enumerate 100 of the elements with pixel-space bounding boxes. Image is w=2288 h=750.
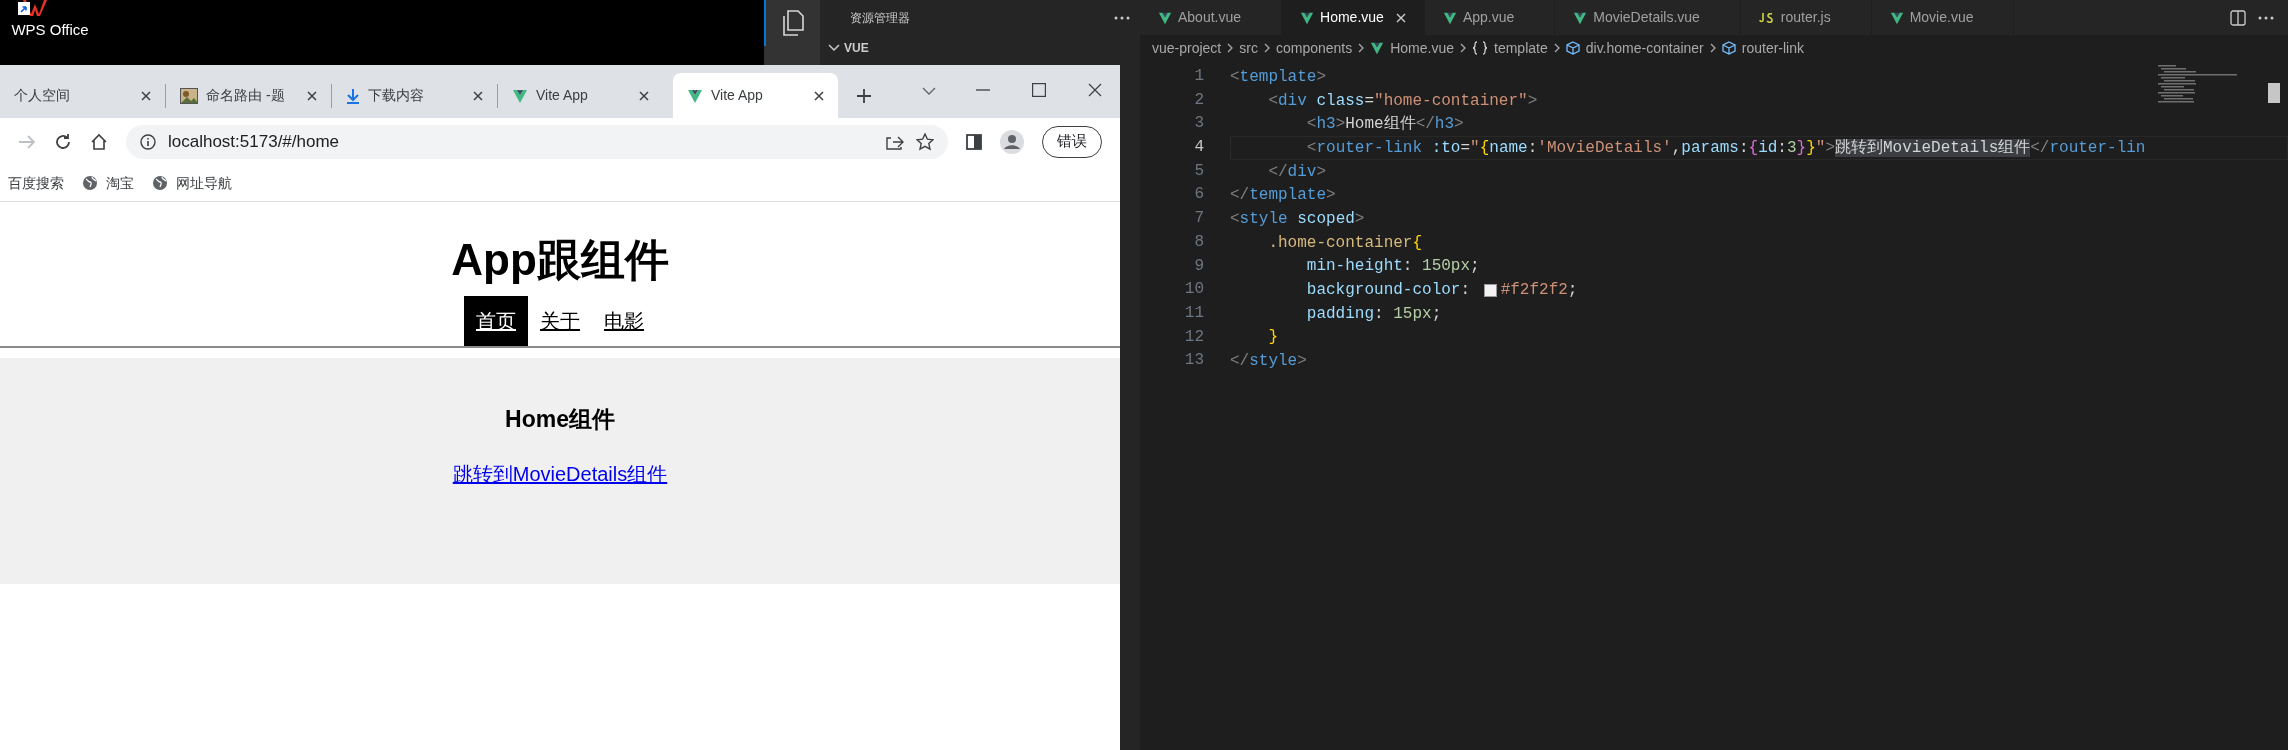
more-icon	[1114, 15, 1130, 20]
star-icon	[916, 132, 934, 151]
reload-icon	[54, 132, 72, 151]
editor-tab[interactable]: Home.vue	[1282, 0, 1425, 35]
bookmark-item[interactable]: 百度搜索	[8, 172, 64, 194]
browser-tab[interactable]: 下载内容	[332, 73, 497, 118]
vue-logo-icon	[1300, 10, 1315, 25]
breadcrumb-item[interactable]: router-link	[1741, 37, 1804, 59]
router-link[interactable]: 跳转到MovieDetails组件	[452, 458, 668, 489]
code-text: }	[1267, 327, 1278, 349]
globe-icon	[152, 175, 168, 191]
vue-logo-icon	[1573, 10, 1588, 25]
info-icon	[140, 133, 156, 150]
code-text: </div>	[1267, 161, 1327, 183]
browser-tab[interactable]: Vite App	[498, 73, 663, 118]
close-icon	[473, 90, 483, 101]
forward-icon	[18, 133, 36, 150]
code-text: </style>	[1230, 351, 1307, 373]
close-icon	[814, 90, 824, 101]
code-text: </template>	[1230, 185, 1336, 207]
minimize-icon	[976, 89, 990, 91]
line-number: 3	[1194, 113, 1204, 135]
code-text: <div class="home-container">	[1267, 90, 1538, 112]
scrollbar-marker	[2268, 83, 2280, 103]
cube-icon	[1721, 41, 1736, 55]
code-text: min-height: 150px;	[1305, 256, 1480, 278]
globe-icon	[82, 175, 98, 191]
vue-logo-icon	[1158, 10, 1172, 25]
address-bar[interactable]: localhost:5173/#/home	[126, 124, 948, 159]
bookmark-item[interactable]: 淘宝	[106, 172, 134, 194]
breadcrumb-item[interactable]: div.home-container	[1585, 37, 1704, 59]
wps-shortcut-icon	[18, 0, 48, 16]
browser-tab[interactable]: Vite App	[673, 73, 838, 118]
page-title: App跟组件	[451, 234, 669, 286]
line-number: 12	[1184, 326, 1204, 348]
nav-link[interactable]: 电影	[592, 296, 656, 346]
breadcrumb-item[interactable]: components	[1275, 37, 1353, 59]
vue-logo-icon	[1442, 10, 1457, 25]
breadcrumb-item[interactable]: template	[1494, 37, 1548, 59]
line-number: 10	[1184, 279, 1204, 301]
js-icon	[1758, 12, 1775, 23]
vue-logo-icon	[512, 87, 528, 104]
close-icon	[307, 90, 317, 101]
files-icon	[781, 10, 805, 36]
editor-tab[interactable]: Movie.vue	[1871, 0, 2015, 35]
line-number: 6	[1194, 184, 1204, 206]
sidebar-title: 资源管理器	[850, 9, 910, 27]
close-icon	[1395, 12, 1406, 23]
color-swatch[interactable]	[1483, 283, 1497, 297]
chevron-icon	[922, 87, 936, 95]
side-panel-icon	[966, 133, 982, 150]
split-editor-icon	[2230, 9, 2246, 26]
line-number: 11	[1184, 302, 1204, 324]
code-text: #f2f2f2;	[1500, 280, 1578, 302]
nav-link[interactable]: 关于	[528, 296, 592, 346]
line-number: 9	[1194, 255, 1204, 277]
close-icon	[639, 90, 649, 101]
breadcrumb-item[interactable]: Home.vue	[1390, 37, 1455, 59]
nav-link[interactable]: 首页	[464, 296, 528, 346]
editor-tab[interactable]: router.js	[1740, 0, 1872, 35]
more-icon	[2258, 15, 2274, 20]
line-number: 13	[1184, 350, 1204, 372]
home-icon	[90, 132, 108, 151]
line-number: 5	[1194, 160, 1204, 182]
close-icon	[141, 90, 151, 101]
maximize-icon	[1032, 83, 1046, 97]
editor-tab[interactable]: MovieDetails.vue	[1555, 0, 1741, 35]
download-icon	[346, 87, 360, 104]
code-text: .home-container{	[1267, 232, 1423, 254]
chevron-icon	[1358, 43, 1365, 53]
folder-header[interactable]: VUE	[820, 35, 1140, 61]
line-number: 8	[1194, 231, 1204, 253]
chevron-icon	[1227, 43, 1234, 53]
editor-tab[interactable]: App.vue	[1424, 0, 1556, 35]
line-number: 2	[1194, 89, 1204, 111]
browser-tab[interactable]: 个人空间	[0, 73, 165, 118]
code-text: padding: 15px;	[1305, 303, 1442, 325]
chevron-icon	[1553, 43, 1560, 53]
breadcrumb-item[interactable]: vue-project	[1152, 37, 1222, 59]
bookmark-item[interactable]: 网址导航	[176, 172, 232, 194]
vue-logo-icon	[1370, 41, 1385, 55]
cube-icon	[1565, 41, 1580, 55]
breadcrumb-item[interactable]: src	[1239, 37, 1258, 59]
line-number: 1	[1194, 66, 1204, 87]
chevron-icon	[1709, 43, 1716, 53]
close-icon	[1088, 83, 1102, 97]
braces-icon	[1472, 41, 1489, 55]
section-heading: Home组件	[505, 405, 615, 434]
code-text: <template>	[1230, 66, 1327, 88]
code-text: background-color:	[1305, 280, 1472, 302]
line-number: 4	[1194, 137, 1204, 159]
browser-tab[interactable]: 命名路由 -题	[166, 73, 331, 118]
desktop-icon-label[interactable]: WPS Office	[11, 19, 89, 42]
avatar-icon	[1000, 129, 1024, 154]
code-text: <style scoped>	[1230, 208, 1365, 230]
vue-logo-icon	[687, 87, 703, 104]
chevron-icon	[1263, 43, 1270, 53]
image-thumbnail-icon	[180, 87, 198, 104]
code-text: <router-link :to="{name:'MovieDetails',params:{id:3}}">跳转到MovieDetails组件</router-lin	[1305, 137, 2146, 159]
new-tab-icon	[856, 87, 872, 104]
